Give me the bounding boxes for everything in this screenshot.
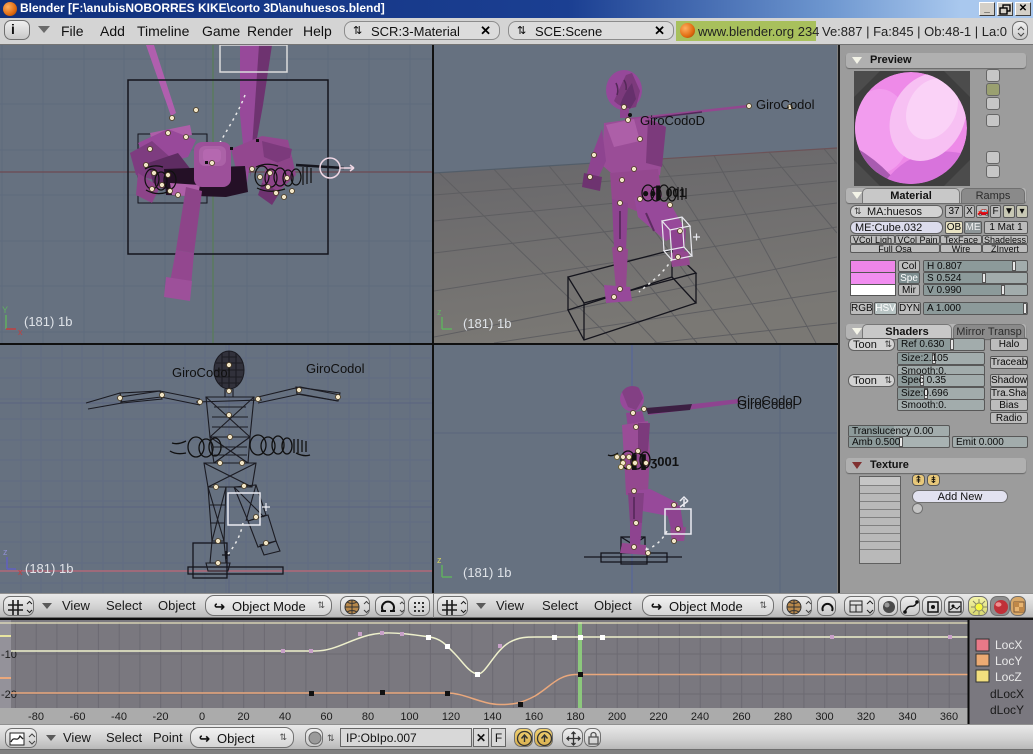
svg-text:(181) 1b: (181) 1b [24, 314, 72, 329]
svg-text:LocY: LocY [995, 654, 1022, 668]
svg-text:z: z [3, 547, 8, 557]
svg-text:GiroCodoD: GiroCodoD [640, 113, 705, 128]
svg-text:0: 0 [199, 711, 205, 723]
svg-text:dLocX: dLocX [990, 687, 1024, 701]
svg-text:160: 160 [525, 711, 543, 723]
svg-text:60: 60 [320, 711, 332, 723]
svg-text:dLocY: dLocY [990, 703, 1024, 717]
svg-text:x: x [18, 327, 23, 337]
svg-text:(181) 1b: (181) 1b [25, 561, 73, 576]
svg-text:LocX: LocX [995, 638, 1022, 652]
svg-text:LocZ: LocZ [995, 670, 1022, 684]
svg-text:180: 180 [566, 711, 584, 723]
svg-text:GiroCodol: GiroCodol [737, 397, 796, 412]
svg-text:40: 40 [279, 711, 291, 723]
svg-text:-40: -40 [111, 711, 127, 723]
svg-text:320: 320 [857, 711, 875, 723]
svg-text:(181) 1b: (181) 1b [463, 565, 511, 580]
svg-text:120: 120 [442, 711, 460, 723]
svg-text:z: z [437, 307, 442, 317]
svg-text:GiroCodol: GiroCodol [306, 361, 365, 376]
svg-text:280: 280 [774, 711, 792, 723]
svg-text:-20: -20 [1, 689, 17, 701]
svg-text:220: 220 [649, 711, 667, 723]
svg-text:100: 100 [400, 711, 418, 723]
svg-text:●●▍001: ●●▍001 [642, 185, 686, 201]
svg-text:200: 200 [608, 711, 626, 723]
svg-text:340: 340 [898, 711, 916, 723]
svg-text:300: 300 [815, 711, 833, 723]
svg-text:Y: Y [2, 305, 8, 315]
svg-text:x: x [18, 567, 23, 577]
svg-text:360: 360 [940, 711, 958, 723]
svg-text:80: 80 [362, 711, 374, 723]
svg-text:20: 20 [237, 711, 249, 723]
svg-text:(181) 1b: (181) 1b [463, 316, 511, 331]
svg-text:-60: -60 [70, 711, 86, 723]
svg-text:z: z [437, 555, 442, 565]
svg-text:GiroCodol: GiroCodol [756, 97, 815, 112]
svg-text:-80: -80 [28, 711, 44, 723]
svg-text:140: 140 [483, 711, 501, 723]
svg-text:260: 260 [732, 711, 750, 723]
svg-text:240: 240 [691, 711, 709, 723]
svg-text:GiroCodol: GiroCodol [172, 365, 231, 380]
svg-text:-20: -20 [153, 711, 169, 723]
svg-text:▌▌ʒ001: ▌▌ʒ001 [632, 454, 679, 470]
